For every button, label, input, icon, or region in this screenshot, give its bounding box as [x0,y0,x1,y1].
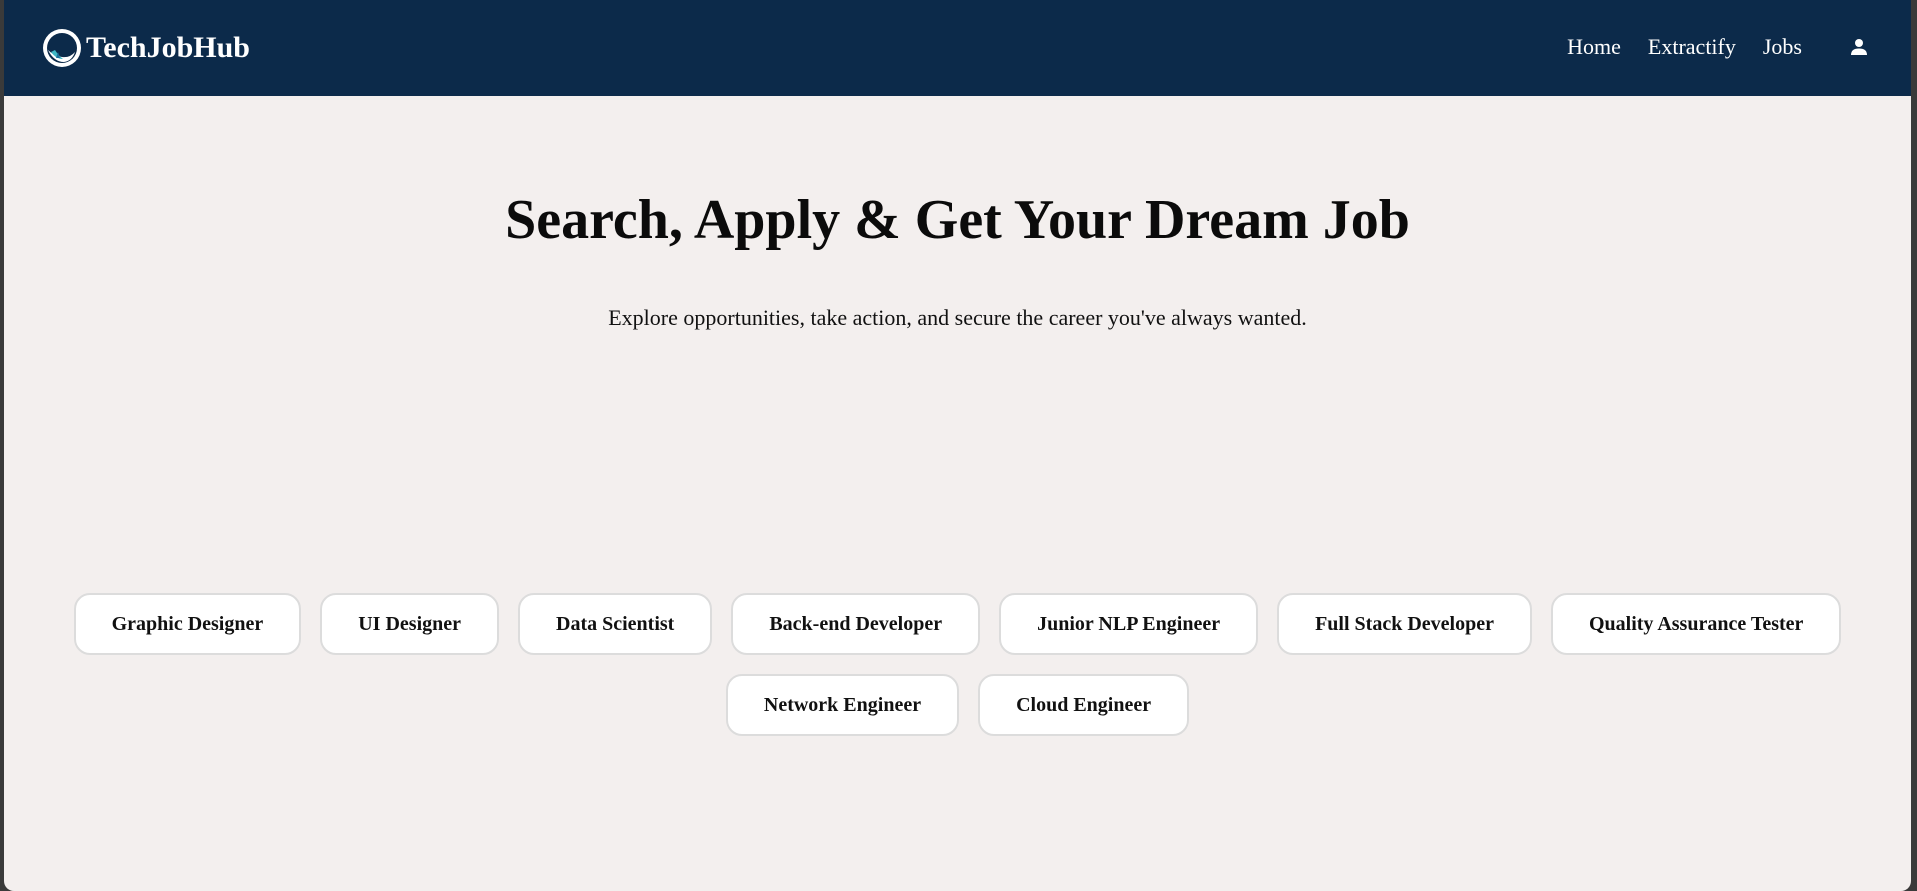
top-navbar: TechJobHub Home Extractify Jobs [4,0,1911,96]
hero-subtitle: Explore opportunities, take action, and … [608,305,1307,330]
brand-link[interactable]: TechJobHub [42,26,250,70]
chip-cloud-engineer[interactable]: Cloud Engineer [978,674,1190,736]
job-category-chips: Graphic Designer UI Designer Data Scient… [64,593,1851,736]
chip-back-end-developer[interactable]: Back-end Developer [731,593,981,655]
user-icon[interactable] [1847,35,1871,59]
hero-title: Search, Apply & Get Your Dream Job [505,189,1410,251]
nav-links: Home Extractify Jobs [1567,30,1871,64]
chip-data-scientist[interactable]: Data Scientist [518,593,713,655]
nav-extractify-link[interactable]: Extractify [1648,30,1736,64]
chip-graphic-designer[interactable]: Graphic Designer [73,593,302,655]
brand-name: TechJobHub [86,31,250,64]
chip-junior-nlp-engineer[interactable]: Junior NLP Engineer [999,593,1259,655]
chip-ui-designer[interactable]: UI Designer [320,593,499,655]
logo-icon [43,29,81,67]
nav-jobs-link[interactable]: Jobs [1763,30,1802,64]
chip-quality-assurance-tester[interactable]: Quality Assurance Tester [1550,593,1842,655]
chip-network-engineer[interactable]: Network Engineer [725,674,960,736]
app-window: TechJobHub Home Extractify Jobs Search, … [4,0,1911,891]
chip-full-stack-developer[interactable]: Full Stack Developer [1277,593,1532,655]
nav-home-link[interactable]: Home [1567,30,1621,64]
